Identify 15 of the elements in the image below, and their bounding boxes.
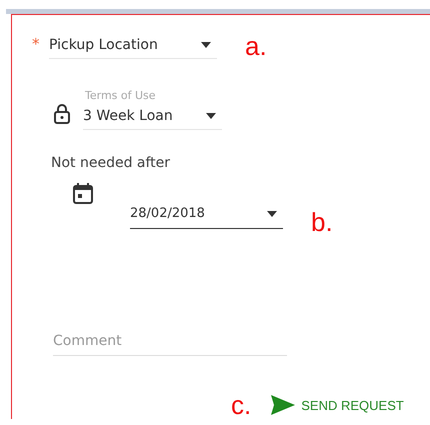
calendar-icon <box>73 183 93 204</box>
field-caption: Terms of Use <box>85 88 157 102</box>
terms-dropdown[interactable]: 3 Week Loan <box>83 102 222 130</box>
caret-icon <box>267 210 277 216</box>
date-dropdown[interactable]: 28/02/2018 <box>130 199 283 229</box>
send-icon <box>271 395 296 415</box>
send-request-button[interactable]: SEND REQUEST <box>271 395 404 415</box>
required-asterisk: * <box>32 35 40 53</box>
annotation-label: b. <box>311 209 333 235</box>
annotation-label: a. <box>245 33 267 59</box>
caret-icon <box>201 42 211 48</box>
pickup-location-dropdown[interactable]: Pickup Location <box>49 31 217 59</box>
annotation-label: c. <box>231 392 252 418</box>
caret-icon <box>206 112 216 118</box>
field-label: Not needed after <box>51 154 172 171</box>
